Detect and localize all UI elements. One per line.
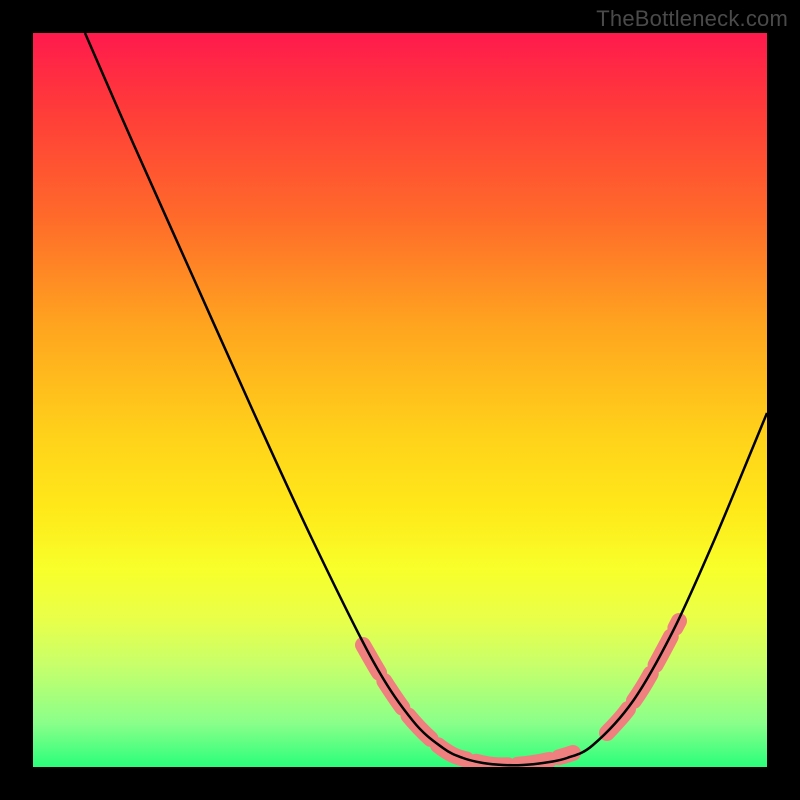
watermark-text: TheBottleneck.com [596, 6, 788, 32]
chart-svg [33, 33, 767, 767]
chart-plot-area [33, 33, 767, 767]
highlight-segment-0 [363, 645, 573, 765]
